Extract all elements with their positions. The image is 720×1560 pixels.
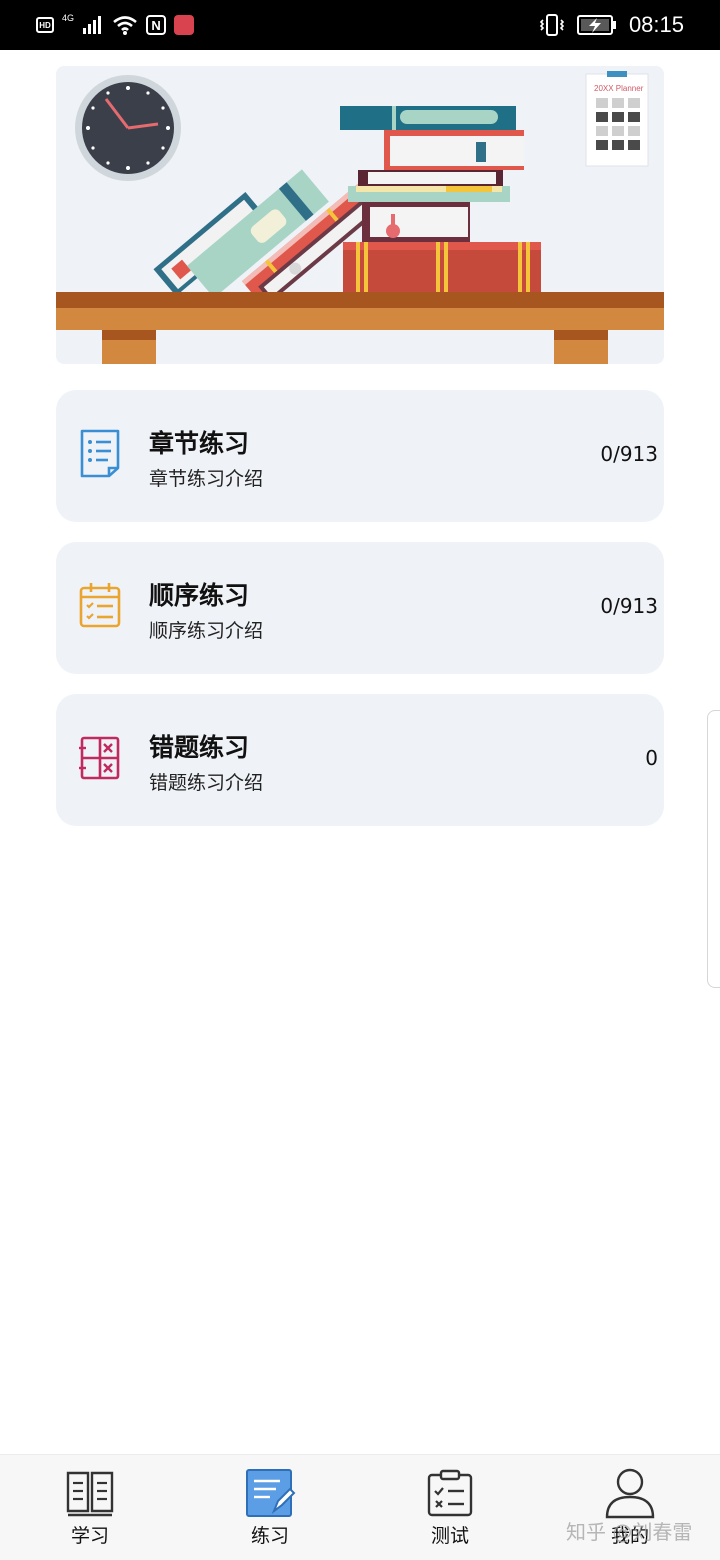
card-sequential-practice[interactable]: 顺序练习 顺序练习介绍 0/913 [56,542,664,674]
network-label: 4G [62,13,75,23]
status-time: 08:15 [628,12,684,37]
card-count: 0 [645,746,658,770]
status-right: 08:15 [539,10,684,40]
card-subtitle: 章节练习介绍 [149,468,264,490]
nav-item-test[interactable]: 测试 [360,1455,540,1560]
card-subtitle: 错题练习介绍 [149,772,264,794]
card-title: 顺序练习 [149,581,250,610]
wrong-answers-icon [79,736,120,780]
card-wrong-answers-practice[interactable]: 错题练习 错题练习介绍 0 [56,694,664,826]
card-count: 0/913 [600,594,658,618]
planner-label: 20XX Planner [594,84,644,93]
status-bar: HD 4G N 08:15 [0,0,720,50]
side-drawer-handle[interactable] [707,710,720,988]
book-icon [66,1471,114,1517]
status-left: HD 4G N [36,12,195,38]
card-title: 错题练习 [149,733,250,762]
nfc-label: N [151,17,161,33]
books-icon: 20XX Planner [56,71,664,364]
nfc-icon: N [146,15,167,35]
vibrate-icon [539,14,565,36]
nav-label: 练习 [250,1525,289,1547]
chapter-list-icon [80,429,120,478]
signal-icon [83,16,102,34]
nav-item-practice[interactable]: 练习 [180,1455,360,1560]
card-chapter-practice[interactable]: 章节练习 章节练习介绍 0/913 [56,390,664,522]
card-count: 0/913 [600,442,658,466]
banner-illustration: 20XX Planner [56,66,664,364]
battery-charging-icon [576,15,616,35]
app-notification-icon [174,15,195,35]
clock-icon [75,75,181,181]
hd-label: HD [39,20,51,30]
nav-label: 测试 [430,1525,469,1547]
watermark: 知乎 @刘春雷 [566,1520,693,1544]
hd-icon: HD [36,17,54,33]
card-subtitle: 顺序练习介绍 [149,620,264,642]
nav-label: 学习 [70,1525,109,1547]
nav-item-study[interactable]: 学习 [0,1455,180,1560]
user-icon [605,1468,655,1519]
wifi-icon [113,16,137,35]
card-title: 章节练习 [149,429,250,458]
planner-icon: 20XX Planner [585,71,649,167]
notebook-pen-icon [246,1469,296,1517]
clipboard-check-icon [427,1469,473,1517]
calendar-checklist-icon [79,583,121,628]
